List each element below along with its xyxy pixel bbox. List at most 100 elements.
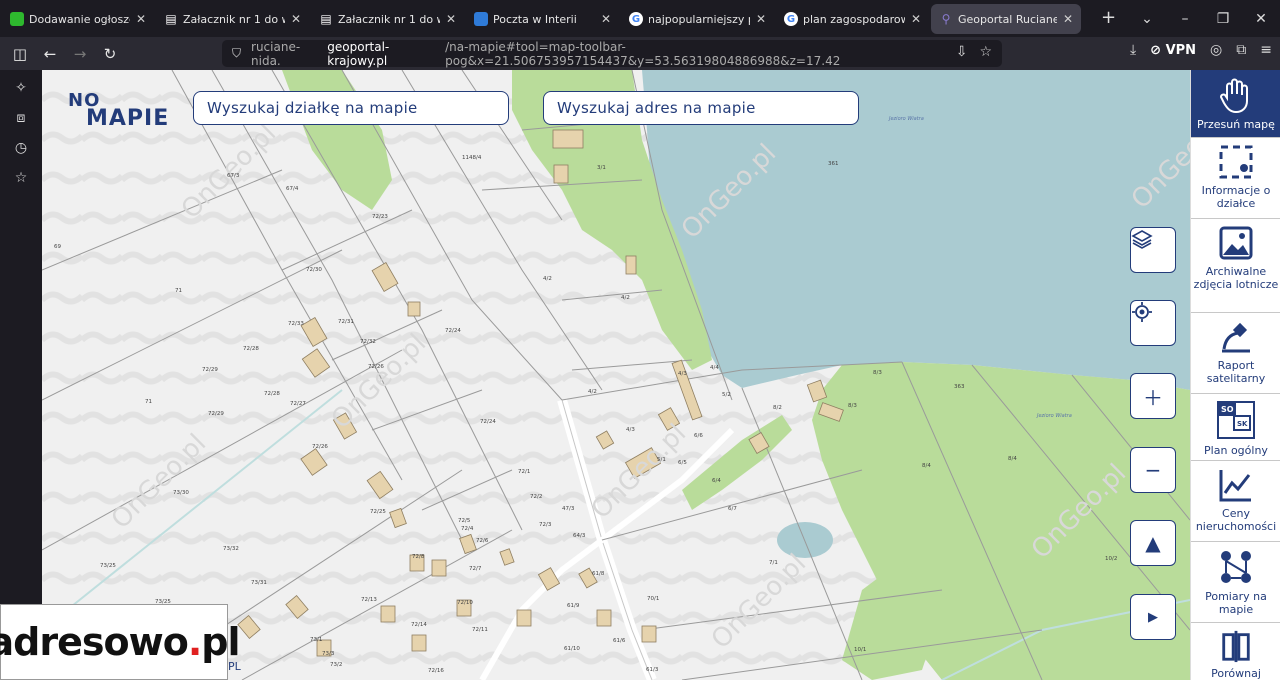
tabs-icon[interactable]: ⧈ bbox=[17, 110, 26, 126]
forward-icon[interactable]: → bbox=[65, 39, 95, 69]
svg-text:72/24: 72/24 bbox=[445, 328, 461, 334]
install-app-icon[interactable]: ⇩ bbox=[956, 44, 968, 60]
maximize-icon[interactable]: ❐ bbox=[1204, 11, 1242, 27]
shield-icon[interactable]: ⛉ bbox=[232, 46, 241, 61]
tool-measurements[interactable]: Pomiary na mapie bbox=[1191, 542, 1280, 623]
history-icon[interactable]: ◷ bbox=[15, 140, 27, 156]
tool-property-prices[interactable]: Ceny nieruchomości bbox=[1191, 461, 1280, 542]
svg-text:8/3: 8/3 bbox=[848, 403, 857, 409]
bookmark-star-icon[interactable]: ☆ bbox=[979, 44, 992, 60]
tab-strip: Dodawanie ogłoszenia | ✕ ▤ Załacznik nr … bbox=[0, 0, 1280, 37]
svg-text:67/4: 67/4 bbox=[286, 186, 299, 192]
close-icon[interactable]: ✕ bbox=[756, 12, 766, 26]
svg-text:6/7: 6/7 bbox=[728, 506, 737, 512]
browser-sidebar: ✧ ⧈ ◷ ☆ bbox=[0, 70, 42, 680]
svg-text:73/30: 73/30 bbox=[173, 490, 189, 496]
menu-icon[interactable]: ≡ bbox=[1260, 42, 1272, 58]
url-prefix: ruciane-nida. bbox=[251, 39, 301, 68]
svg-text:8/4: 8/4 bbox=[1008, 456, 1017, 462]
svg-text:72/23: 72/23 bbox=[372, 214, 388, 220]
svg-text:72/25: 72/25 bbox=[370, 509, 386, 515]
tab-zalacznik-2[interactable]: ▤ Załacznik nr 1 do wniosk ✕ bbox=[311, 4, 464, 34]
adresowo-ad[interactable]: adresowo.pl bbox=[0, 604, 240, 680]
svg-text:72/11: 72/11 bbox=[472, 627, 488, 633]
close-icon[interactable]: ✕ bbox=[601, 12, 611, 26]
price-chart-icon bbox=[1219, 470, 1251, 502]
tab-title: Geoportal Rucianego-N bbox=[958, 12, 1057, 26]
svg-text:72/6: 72/6 bbox=[476, 538, 489, 544]
svg-text:6/6: 6/6 bbox=[694, 433, 703, 439]
svg-text:72/28: 72/28 bbox=[264, 391, 280, 397]
tool-aerial-photos[interactable]: Archiwalne zdjęcia lotnicze bbox=[1191, 219, 1280, 313]
minimize-icon[interactable]: – bbox=[1166, 11, 1204, 27]
svg-text:4/3: 4/3 bbox=[626, 427, 635, 433]
tab-najpopularniejszy-portal[interactable]: G najpopularniejszy portal ✕ bbox=[621, 4, 774, 34]
ad-suffix: PL bbox=[228, 660, 241, 673]
compass-button[interactable]: ▲ bbox=[1130, 520, 1176, 566]
tool-general-plan[interactable]: SO SK Plan ogólny bbox=[1191, 394, 1280, 461]
map-pin-icon: ⚲ bbox=[941, 12, 951, 26]
ai-icon[interactable]: ✧ bbox=[15, 80, 27, 96]
locate-button[interactable] bbox=[1130, 300, 1176, 346]
tab-plan-zagospodarowania[interactable]: G plan zagospodarowania ✕ bbox=[776, 4, 929, 34]
vpn-icon: ⊘ bbox=[1150, 42, 1162, 58]
svg-text:4/2: 4/2 bbox=[543, 276, 552, 282]
tool-satellite-report[interactable]: Raport satelitarny bbox=[1191, 313, 1280, 394]
svg-text:72/5: 72/5 bbox=[458, 518, 471, 524]
tab-dodawanie-ogloszenia[interactable]: Dodawanie ogłoszenia | ✕ bbox=[2, 4, 154, 34]
zoom-out-button[interactable]: − bbox=[1130, 447, 1176, 493]
tool-plot-info[interactable]: Informacje o działce bbox=[1191, 138, 1280, 219]
ad-brand: adresowo bbox=[0, 620, 189, 664]
close-icon[interactable]: ✕ bbox=[136, 12, 146, 26]
north-arrow-icon: ▲ bbox=[1145, 531, 1161, 555]
svg-text:47/3: 47/3 bbox=[562, 506, 575, 512]
svg-text:4/2: 4/2 bbox=[588, 389, 597, 395]
minus-icon: − bbox=[1144, 458, 1162, 482]
tab-list-icon[interactable]: ⌄ bbox=[1128, 11, 1166, 27]
tool-label: Pomiary na mapie bbox=[1205, 590, 1267, 616]
back-icon[interactable]: ← bbox=[35, 39, 65, 69]
search-address-label: Wyszukaj adres na mapie bbox=[557, 99, 756, 117]
tab-geoportal-active[interactable]: ⚲ Geoportal Rucianego-N ✕ bbox=[931, 4, 1081, 34]
compare-icon bbox=[1222, 630, 1250, 663]
svg-text:72/7: 72/7 bbox=[469, 566, 482, 572]
map-canvas[interactable]: OnGeo.pl OnGeo.pl OnGeo.pl OnGeo.pl OnGe… bbox=[42, 70, 1190, 680]
tab-poczta-interia[interactable]: Poczta w Interii ✕ bbox=[466, 4, 619, 34]
extensions-icon[interactable]: ⧉ bbox=[1236, 42, 1246, 58]
svg-text:72/26: 72/26 bbox=[368, 364, 384, 370]
svg-text:361: 361 bbox=[828, 161, 839, 167]
zoom-in-button[interactable]: ＋ bbox=[1130, 373, 1176, 419]
address-bar[interactable]: ⛉ ruciane-nida. geoportal-krajowy.pl/na-m… bbox=[222, 39, 1002, 68]
svg-text:61/3: 61/3 bbox=[646, 667, 659, 673]
svg-text:72/2: 72/2 bbox=[530, 494, 542, 500]
search-plot-input[interactable]: Wyszukaj działkę na mapie bbox=[193, 91, 509, 125]
reload-icon[interactable]: ↻ bbox=[95, 39, 125, 69]
svg-text:72/1: 72/1 bbox=[518, 469, 530, 475]
tab-zalacznik-1[interactable]: ▤ Załacznik nr 1 do wniosk ✕ bbox=[156, 4, 309, 34]
satellite-icon bbox=[1222, 322, 1250, 353]
svg-text:6/4: 6/4 bbox=[712, 478, 721, 484]
svg-text:73/31: 73/31 bbox=[251, 580, 267, 586]
new-tab-icon[interactable]: + bbox=[1101, 7, 1116, 28]
download-icon[interactable]: ⤓ bbox=[1130, 42, 1136, 58]
google-icon: G bbox=[629, 12, 643, 26]
tab-title: najpopularniejszy portal bbox=[648, 12, 750, 26]
vpn-button[interactable]: ⊘ VPN bbox=[1150, 43, 1196, 58]
close-window-icon[interactable]: ✕ bbox=[1242, 11, 1280, 27]
search-address-input[interactable]: Wyszukaj adres na mapie bbox=[543, 91, 859, 125]
expand-button[interactable]: ▶ bbox=[1130, 594, 1176, 640]
svg-text:73/2: 73/2 bbox=[330, 662, 342, 668]
chevron-right-icon: ▶ bbox=[1148, 609, 1158, 625]
close-icon[interactable]: ✕ bbox=[291, 12, 301, 26]
close-icon[interactable]: ✕ bbox=[911, 12, 921, 26]
close-icon[interactable]: ✕ bbox=[1063, 12, 1073, 26]
account-icon[interactable]: ◎ bbox=[1210, 42, 1222, 58]
layers-button[interactable] bbox=[1130, 227, 1176, 273]
bookmarks-icon[interactable]: ☆ bbox=[15, 170, 28, 186]
tool-pan-map[interactable]: Przesuń mapę bbox=[1191, 70, 1280, 138]
close-icon[interactable]: ✕ bbox=[446, 12, 456, 26]
svg-text:4/3: 4/3 bbox=[678, 371, 687, 377]
tool-compare[interactable]: Porównaj bbox=[1191, 623, 1280, 680]
sidebar-toggle-icon[interactable]: ◫ bbox=[5, 39, 35, 69]
svg-text:72/33: 72/33 bbox=[288, 321, 304, 327]
